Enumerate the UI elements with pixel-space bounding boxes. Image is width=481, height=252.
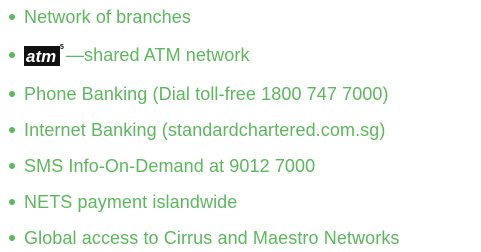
list-item: Network of branches [0,4,191,30]
list-item-text: Network of branches [24,7,191,27]
bullet-icon [9,235,15,241]
bullet-icon [9,127,15,133]
bullet-icon [9,163,15,169]
bullet-icon [9,14,15,20]
list-item-text: Phone Banking (Dial toll-free 1800 747 7… [24,84,389,104]
atm-logo-icon: atm [24,46,60,66]
list-item: Phone Banking (Dial toll-free 1800 747 7… [0,81,389,107]
bullet-icon [9,52,15,58]
atm-logo-text: atm [26,47,56,66]
atm-logo-superscript: 5 [60,44,64,51]
list-item: Global access to Cirrus and Maestro Netw… [0,225,400,251]
bullet-icon [9,91,15,97]
list-item: SMS Info-On-Demand at 9012 7000 [0,153,315,179]
list-item-text: Internet Banking (standardchartered.com.… [24,120,386,140]
atm5-logo: atm 5 [24,44,64,66]
bullet-icon [9,199,15,205]
list-item-text: NETS payment islandwide [24,192,238,212]
list-item-text: Global access to Cirrus and Maestro Netw… [24,228,400,248]
list-item: Internet Banking (standardchartered.com.… [0,117,386,143]
list-item-text: SMS Info-On-Demand at 9012 7000 [24,156,316,176]
list-item: atm 5 —shared ATM network [0,42,250,68]
list-item-text: —shared ATM network [65,45,250,65]
list-item: NETS payment islandwide [0,189,237,215]
